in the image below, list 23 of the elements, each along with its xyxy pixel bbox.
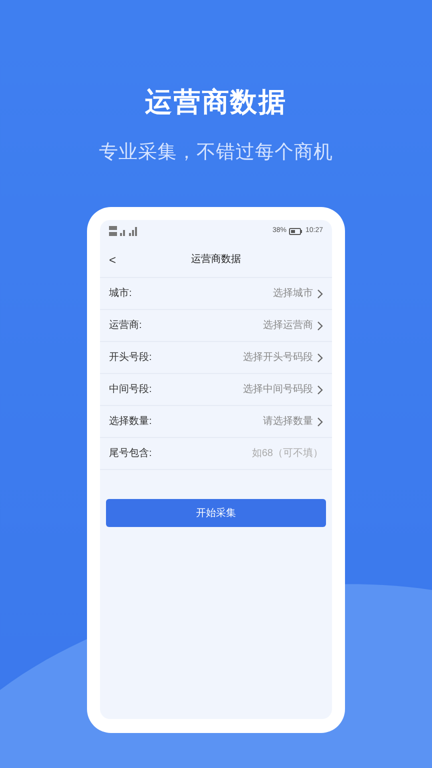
select-field[interactable]: 选择运营商 (263, 318, 323, 333)
field-label: 中间号段: (109, 382, 152, 397)
start-button[interactable]: 开始采集 (106, 499, 326, 527)
select-field[interactable]: 选择中间号码段 (243, 382, 323, 397)
chevron-right-icon (317, 288, 323, 298)
screen-title: 运营商数据 (191, 252, 241, 267)
chevron-right-icon (317, 384, 323, 394)
back-button[interactable]: < (109, 250, 116, 268)
field-label: 选择数量: (109, 414, 152, 429)
chevron-right-icon (317, 320, 323, 330)
chevron-right-icon (317, 416, 323, 426)
field-label: 尾号包含: (109, 446, 152, 461)
battery-icon (289, 228, 302, 234)
field-label: 运营商: (109, 318, 142, 333)
field-label: 城市: (109, 286, 132, 301)
select-field[interactable]: 选择城市 (273, 286, 323, 301)
input-field[interactable]: 如68（可不填） (233, 446, 323, 461)
chevron-right-icon (317, 352, 323, 362)
field-label: 开头号段: (109, 350, 152, 365)
tagline: 专业采集，不错过每个商机 (99, 140, 333, 164)
select-field[interactable]: 选择开头号码段 (243, 350, 323, 365)
headline: 运营商数据 (145, 86, 287, 119)
select-field[interactable]: 请选择数量 (263, 414, 323, 429)
